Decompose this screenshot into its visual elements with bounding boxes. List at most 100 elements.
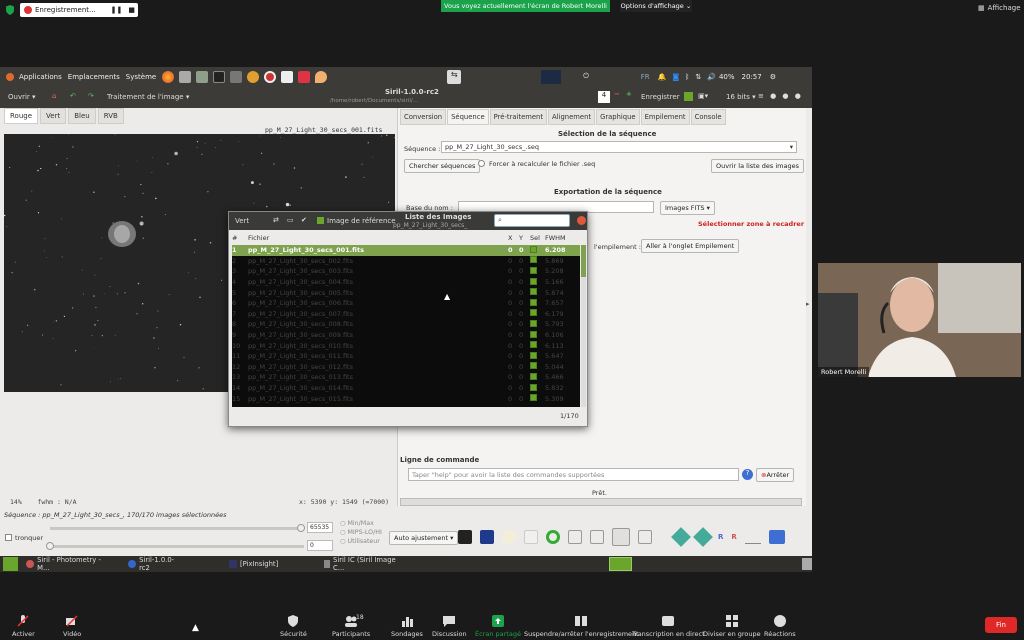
- search-sequences-button[interactable]: Chercher séquences: [404, 159, 481, 173]
- save-button[interactable]: Enregistrer: [641, 93, 680, 101]
- monitor-icon[interactable]: [230, 70, 243, 83]
- star-badge-icon[interactable]: [480, 530, 494, 544]
- table-row[interactable]: 9 pp_M_27_Light_30_secs_009.fits 0 0 6.106: [232, 330, 580, 341]
- end-meeting-button[interactable]: Fin: [985, 617, 1017, 633]
- colormap-icon[interactable]: [768, 530, 785, 544]
- row-sel-checkbox[interactable]: [530, 309, 545, 318]
- task-pixinsight[interactable]: [PixInsight]: [221, 556, 286, 572]
- recording-control-button[interactable]: Suspendre/arrêter l'enregistrement: [524, 614, 639, 638]
- polls-button[interactable]: Sondages: [391, 614, 423, 638]
- scrollbar-thumb[interactable]: [581, 245, 586, 277]
- auto-adjust-select[interactable]: Auto ajustement ▾: [389, 531, 459, 545]
- checkbox-icon[interactable]: [684, 92, 693, 101]
- radio-mips[interactable]: ○ MIPS-LO/HI: [340, 529, 382, 536]
- histo-icon[interactable]: [638, 530, 652, 544]
- bell-icon[interactable]: 🔔: [658, 73, 667, 81]
- tab-alignement[interactable]: Alignement: [548, 109, 596, 125]
- reactions-button[interactable]: Réactions: [764, 614, 796, 638]
- close-icon[interactable]: [577, 216, 586, 225]
- col-y[interactable]: Y: [519, 234, 530, 242]
- plus-icon[interactable]: +: [626, 90, 632, 98]
- firefox-icon[interactable]: [162, 70, 175, 83]
- show-desktop-icon[interactable]: [3, 557, 19, 571]
- max-value-field[interactable]: 65535: [307, 522, 333, 533]
- negative-icon[interactable]: [502, 530, 516, 544]
- clock[interactable]: 20:57: [742, 73, 762, 81]
- row-sel-checkbox[interactable]: [530, 351, 545, 361]
- menu-icon[interactable]: ≡ ● ● ●: [758, 92, 803, 100]
- video-button[interactable]: Vidéo: [63, 614, 81, 638]
- security-button[interactable]: Sécurité: [280, 614, 307, 638]
- view-options-button[interactable]: Options d'affichage ⌄: [620, 0, 692, 12]
- circle-icon[interactable]: [546, 530, 560, 544]
- radio-minmax[interactable]: ○ Min/Max: [340, 520, 382, 527]
- table-row[interactable]: 11 pp_M_27_Light_30_secs_011.fits 0 0 5.647: [232, 351, 580, 362]
- col-number[interactable]: #: [232, 234, 248, 242]
- chat-button[interactable]: Discussion: [432, 614, 467, 638]
- workspace-switcher[interactable]: [609, 557, 633, 571]
- row-sel-checkbox[interactable]: [530, 330, 545, 340]
- table-row[interactable]: 10 pp_M_27_Light_30_secs_010.fits 0 0 6.113: [232, 340, 580, 351]
- crop-icon[interactable]: [590, 530, 604, 544]
- table-row[interactable]: 15 pp_M_27_Light_30_secs_015.fits 0 0 5.309: [232, 393, 580, 404]
- photometry-icon[interactable]: [568, 530, 582, 544]
- power-icon[interactable]: ⏻: [583, 72, 589, 81]
- target-icon[interactable]: [264, 70, 277, 83]
- affichage-button[interactable]: ▦ Affichage: [978, 4, 1021, 12]
- pause-icon[interactable]: ❚❚: [111, 6, 123, 14]
- row-sel-checkbox[interactable]: [530, 256, 545, 265]
- diamond-icon[interactable]: [671, 527, 691, 547]
- thread-spinner[interactable]: 4: [598, 91, 610, 103]
- rgb-flip-icon[interactable]: R: [718, 533, 723, 541]
- menu-applications[interactable]: Applications: [19, 73, 62, 81]
- treatment-menu[interactable]: Traitement de l'image ▾: [107, 93, 189, 101]
- tab-console[interactable]: Console: [690, 109, 726, 125]
- histogram-icon[interactable]: [744, 530, 761, 544]
- undo-icon[interactable]: ↶: [70, 92, 76, 100]
- panel-toggle-icon[interactable]: ▸: [806, 300, 810, 308]
- command-input[interactable]: Taper "help" pour avoir la liste des com…: [408, 468, 739, 481]
- table-row[interactable]: 7 pp_M_27_Light_30_secs_007.fits 0 0 6.179: [232, 309, 580, 320]
- calculator-icon[interactable]: [196, 70, 209, 83]
- stellarium-icon[interactable]: [247, 70, 260, 83]
- stop-icon[interactable]: ■: [128, 6, 135, 14]
- table-row[interactable]: 2 pp_M_27_Light_30_secs_002.fits 0 0 5.869: [232, 256, 580, 267]
- table-row[interactable]: 14 pp_M_27_Light_30_secs_014.fits 0 0 5.832: [232, 383, 580, 394]
- network-icon[interactable]: ⇅: [695, 73, 701, 81]
- force-radio[interactable]: [478, 160, 485, 167]
- row-sel-checkbox[interactable]: [530, 394, 545, 403]
- row-sel-checkbox[interactable]: [530, 362, 545, 371]
- table-row[interactable]: 6 pp_M_27_Light_30_secs_006.fits 0 0 7.657: [232, 298, 580, 309]
- workspace-icon[interactable]: ⇆: [447, 69, 462, 84]
- search-input[interactable]: ⌕: [494, 214, 570, 227]
- zoom-icon[interactable]: ◙: [672, 73, 679, 81]
- breakout-button[interactable]: Diviser en groupe: [703, 614, 761, 638]
- channel-toggle-icon[interactable]: ⇄: [273, 216, 279, 224]
- task-siril-photometry[interactable]: Siril - Photometry - M...: [18, 556, 120, 572]
- col-fwhm[interactable]: FWHM: [545, 234, 570, 242]
- share-screen-button[interactable]: Écran partagé: [475, 614, 521, 638]
- stop-button[interactable]: ⊗Arrêter: [756, 468, 795, 482]
- camera-icon[interactable]: [179, 70, 192, 83]
- menu-systeme[interactable]: Système: [126, 73, 156, 81]
- min-slider-handle[interactable]: [46, 542, 54, 550]
- reference-checkbox[interactable]: [317, 217, 324, 224]
- row-sel-checkbox[interactable]: [530, 266, 545, 276]
- max-slider-handle[interactable]: [297, 524, 305, 532]
- max-slider[interactable]: [50, 527, 304, 530]
- min-value-field[interactable]: 0: [307, 540, 333, 551]
- table-row[interactable]: 3 pp_M_27_Light_30_secs_003.fits 0 0 5.208: [232, 266, 580, 277]
- tab-graphique[interactable]: Graphique: [596, 109, 640, 125]
- col-file[interactable]: Fichier: [248, 234, 508, 242]
- check-icon[interactable]: ✔: [301, 216, 307, 224]
- menu-emplacements[interactable]: Emplacements: [68, 73, 120, 81]
- tab-sequence[interactable]: Séquence: [447, 109, 489, 125]
- tab-rvb[interactable]: RVB: [97, 108, 124, 124]
- row-sel-checkbox[interactable]: [530, 245, 545, 255]
- diamond-2-icon[interactable]: [693, 527, 713, 547]
- app-icon[interactable]: [298, 70, 311, 83]
- settings-gear-icon[interactable]: ⚙: [770, 73, 776, 81]
- bluetooth-icon[interactable]: ᛒ: [685, 73, 689, 81]
- table-row[interactable]: 8 pp_M_27_Light_30_secs_008.fits 0 0 5.793: [232, 319, 580, 330]
- volume-icon[interactable]: 🔊: [707, 73, 716, 81]
